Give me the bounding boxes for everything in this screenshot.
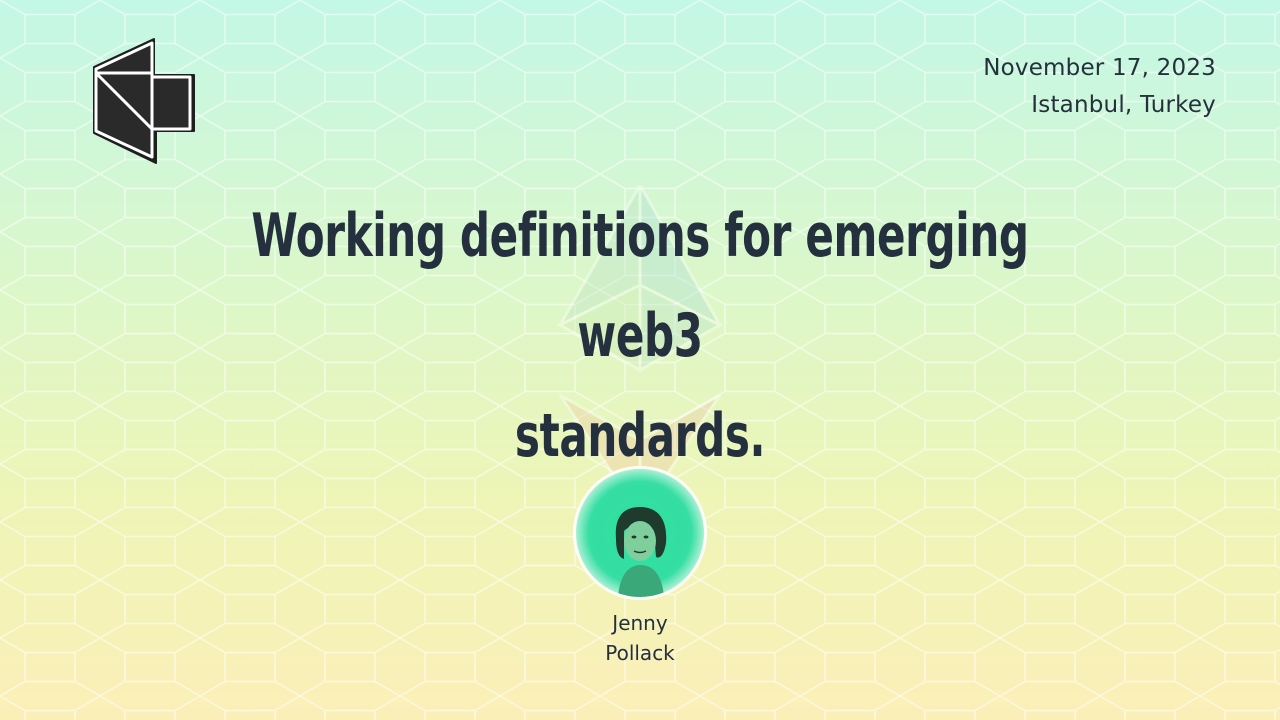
speaker-last-name: Pollack <box>605 641 675 665</box>
event-location: Istanbul, Turkey <box>1031 92 1216 118</box>
talk-title-line-1: Working definitions for emerging web3 <box>251 201 1029 371</box>
speaker-avatar <box>576 469 704 597</box>
speaker-first-name: Jenny <box>612 611 668 635</box>
event-date: November 17, 2023 <box>983 55 1216 81</box>
event-meta: November 17, 2023 Istanbul, Turkey <box>983 50 1216 124</box>
talk-title: Working definitions for emerging web3 st… <box>250 186 1030 486</box>
speaker-name: Jenny Pollack <box>540 608 740 668</box>
slide: { "event": { "date": "November 17, 2023"… <box>0 0 1280 720</box>
devcon-book-logo-icon <box>93 38 195 164</box>
